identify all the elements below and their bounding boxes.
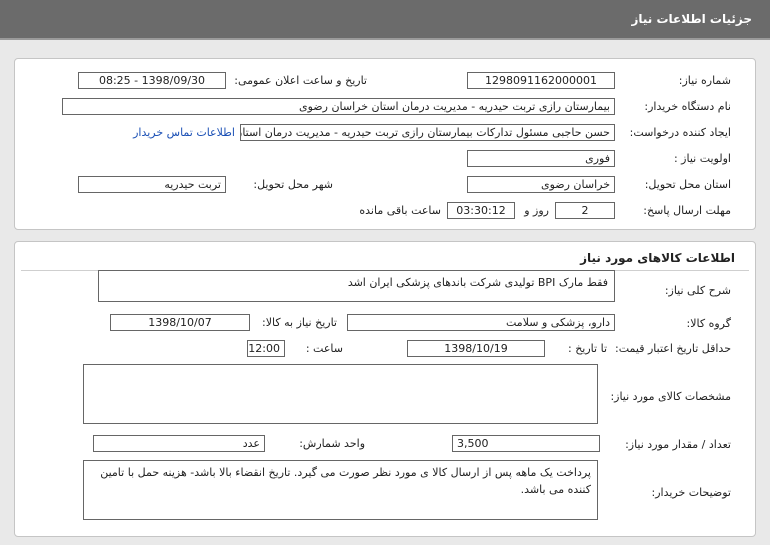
- city-label: شهر محل تحویل:: [253, 178, 333, 191]
- until-date-label: تا تاریخ :: [568, 342, 607, 355]
- until-date-field[interactable]: 1398/10/19: [407, 340, 545, 357]
- need-date-label: تاریخ نیاز به کالا:: [262, 316, 337, 329]
- province-field[interactable]: خراسان رضوی: [467, 176, 615, 193]
- remaining-time-field[interactable]: 03:30:12: [447, 202, 515, 219]
- hour-label: ساعت :: [305, 342, 343, 355]
- need-number-label: شماره نیاز:: [678, 74, 731, 87]
- desc-field[interactable]: فقط مارک BPI تولیدی شرکت باندهای پزشکی ا…: [98, 270, 615, 302]
- specs-field[interactable]: [83, 364, 598, 424]
- group-label: گروه کالا:: [686, 317, 731, 330]
- priority-label: اولویت نیاز :: [673, 152, 731, 165]
- deadline-label: مهلت ارسال پاسخ:: [643, 204, 731, 217]
- announce-field[interactable]: 1398/09/30 - 08:25: [78, 72, 226, 89]
- unit-label: واحد شمارش:: [299, 437, 365, 450]
- creator-field[interactable]: حسن حاجبی مسئول تدارکات بیمارستان رازی ت…: [240, 124, 615, 141]
- announce-label: تاریخ و ساعت اعلان عمومی:: [234, 74, 367, 87]
- qty-field[interactable]: 3,500: [452, 435, 600, 452]
- priority-field[interactable]: فوری: [467, 150, 615, 167]
- province-label: استان محل تحویل:: [644, 178, 731, 191]
- page-header: جزئیات اطلاعات نیاز: [0, 0, 770, 40]
- days-and-label: روز و: [524, 204, 549, 217]
- buyer-contact-link[interactable]: اطلاعات تماس خریدار: [133, 126, 235, 139]
- remaining-label: ساعت باقی مانده: [359, 204, 441, 217]
- notes-label: توضیحات خریدار:: [651, 486, 732, 499]
- group-field[interactable]: دارو، پزشکی و سلامت: [347, 314, 615, 331]
- qty-label: تعداد / مقدار مورد نیاز:: [625, 438, 731, 451]
- desc-label: شرح کلی نیاز:: [664, 284, 731, 297]
- unit-field[interactable]: عدد: [93, 435, 265, 452]
- need-info-panel: شماره نیاز: 1298091162000001 تاریخ و ساع…: [14, 58, 756, 230]
- page-title: جزئیات اطلاعات نیاز: [631, 12, 752, 26]
- need-number-field[interactable]: 1298091162000001: [467, 72, 615, 89]
- days-field[interactable]: 2: [555, 202, 615, 219]
- specs-label: مشخصات کالای مورد نیاز:: [610, 390, 731, 403]
- goods-section-title: اطلاعات کالاهای مورد نیاز: [580, 251, 735, 265]
- validity-label: حداقل تاریخ اعتبار قیمت:: [615, 342, 731, 355]
- city-field[interactable]: تربت حیدریه: [78, 176, 226, 193]
- need-date-field[interactable]: 1398/10/07: [110, 314, 250, 331]
- buyer-field[interactable]: بیمارستان رازی تربت حیدریه - مدیریت درما…: [62, 98, 615, 115]
- notes-field[interactable]: پرداخت یک ماهه پس از ارسال کالا ی مورد ن…: [83, 460, 598, 520]
- creator-label: ایجاد کننده درخواست:: [629, 126, 731, 139]
- goods-panel: اطلاعات کالاهای مورد نیاز شرح کلی نیاز: …: [14, 241, 756, 537]
- hour-field[interactable]: 12:00: [247, 340, 285, 357]
- buyer-label: نام دستگاه خریدار:: [644, 100, 731, 113]
